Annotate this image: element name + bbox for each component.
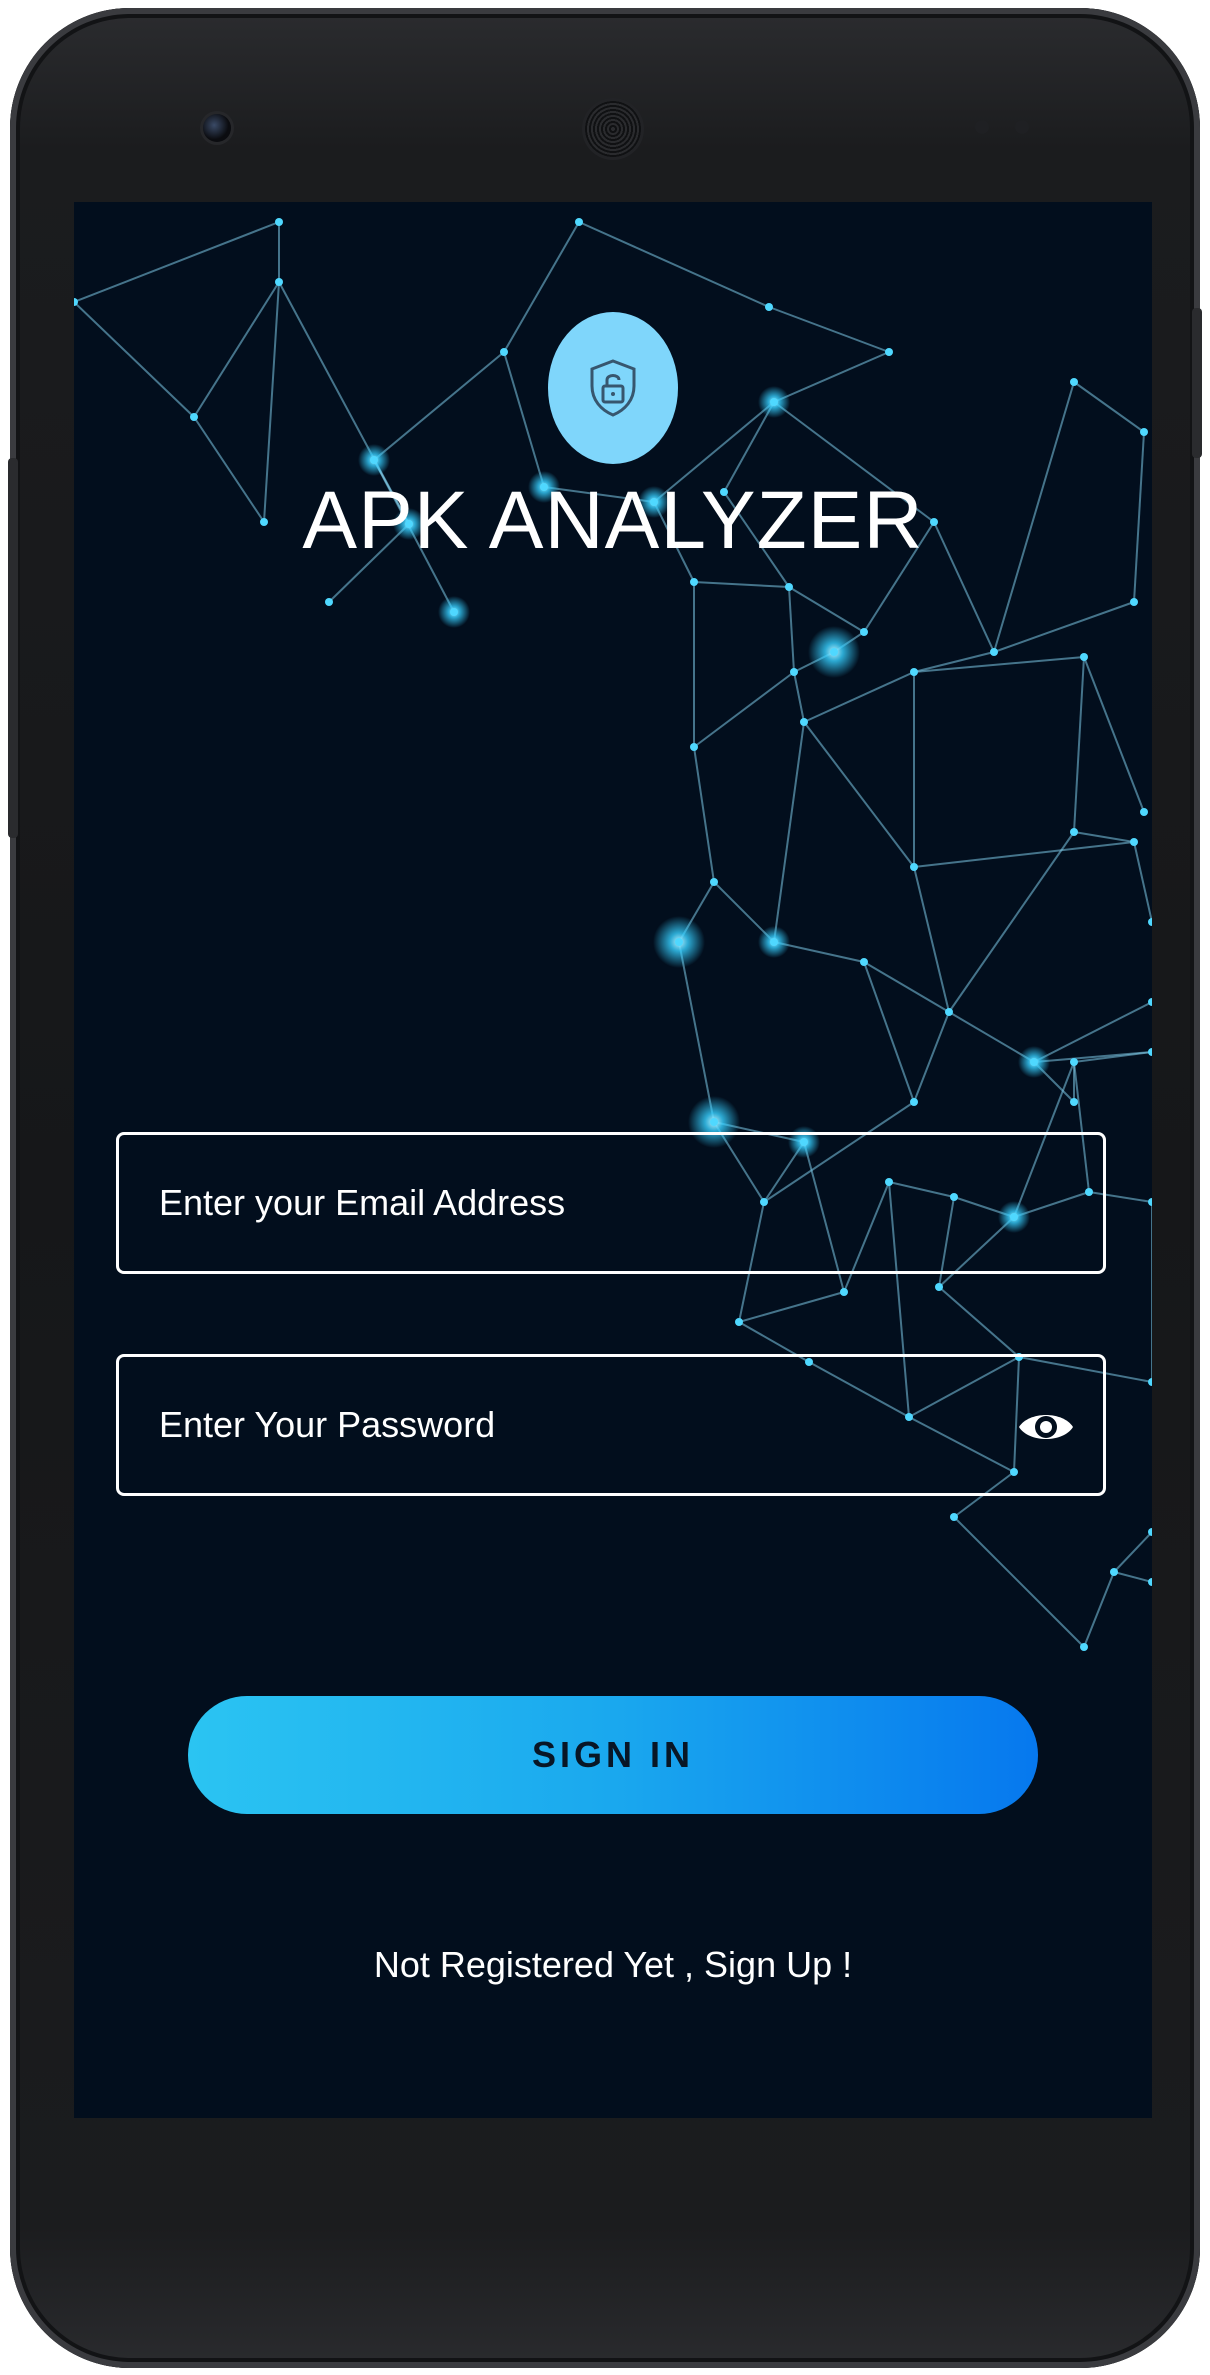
proximity-sensor bbox=[975, 120, 989, 134]
email-field-container bbox=[116, 1132, 1106, 1274]
sign-up-link[interactable]: Not Registered Yet , Sign Up ! bbox=[74, 1944, 1152, 1986]
light-sensor bbox=[1015, 120, 1029, 134]
volume-button bbox=[8, 458, 18, 838]
app-title: APK ANALYZER bbox=[302, 475, 924, 566]
password-visibility-toggle[interactable] bbox=[1017, 1401, 1075, 1453]
earpiece-speaker bbox=[585, 101, 641, 157]
power-button bbox=[1192, 308, 1202, 458]
eye-icon bbox=[1019, 1415, 1073, 1439]
app-logo bbox=[548, 312, 678, 464]
password-input[interactable] bbox=[119, 1357, 979, 1493]
password-field-container bbox=[116, 1354, 1106, 1496]
phone-device-frame: APK ANALYZER SIGN IN Not Registered Yet … bbox=[8, 8, 1202, 2368]
shield-lock-icon bbox=[590, 359, 636, 417]
sign-in-button[interactable]: SIGN IN bbox=[188, 1696, 1038, 1814]
app-screen: APK ANALYZER SIGN IN Not Registered Yet … bbox=[74, 202, 1152, 2118]
front-camera bbox=[203, 114, 231, 142]
email-input[interactable] bbox=[119, 1135, 979, 1271]
